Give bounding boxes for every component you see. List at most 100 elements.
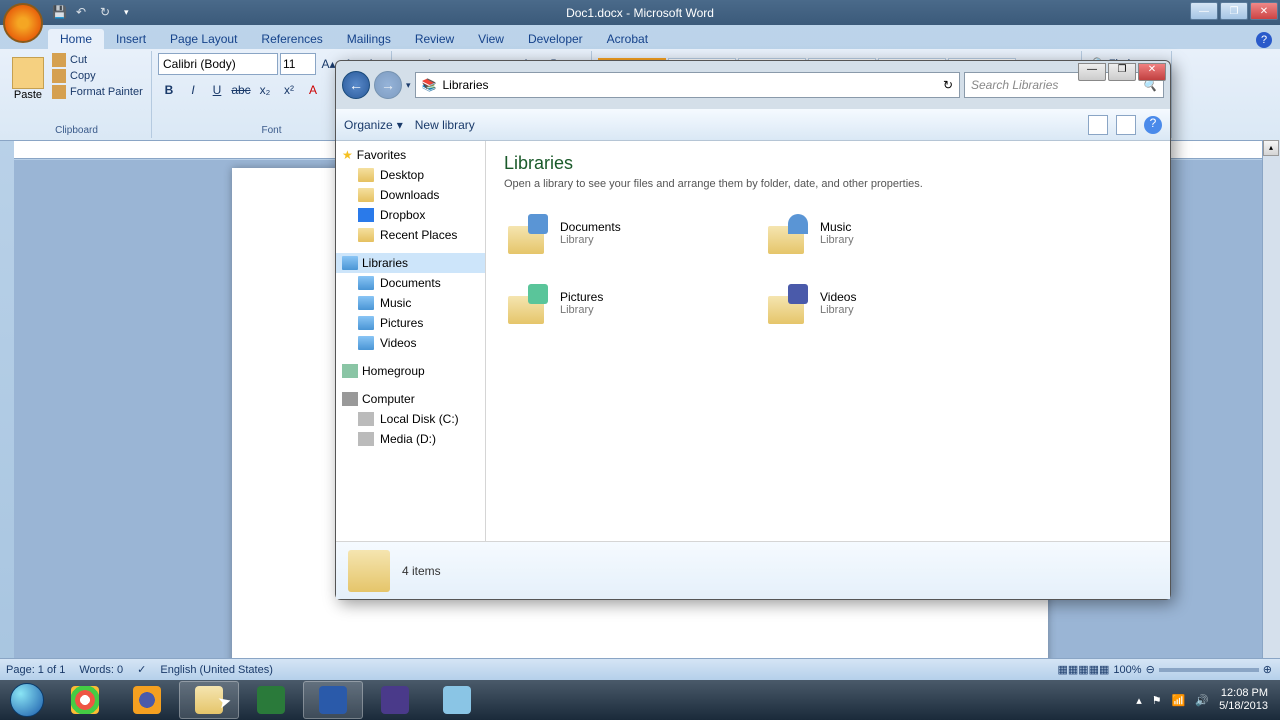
tab-acrobat[interactable]: Acrobat xyxy=(595,29,660,49)
drive-icon xyxy=(358,412,374,426)
view-options-button[interactable] xyxy=(1088,115,1108,135)
nav-desktop[interactable]: Desktop xyxy=(336,165,485,185)
homegroup-header[interactable]: Homegroup xyxy=(336,361,485,381)
redo-icon[interactable]: ↻ xyxy=(100,5,116,21)
zoom-in-button[interactable]: ⊕ xyxy=(1263,663,1272,676)
ribbon-tabs: Home Insert Page Layout References Maili… xyxy=(0,25,1280,49)
copy-button[interactable]: Copy xyxy=(52,69,143,83)
volume-icon[interactable]: 🔊 xyxy=(1195,694,1209,707)
word-count[interactable]: Words: 0 xyxy=(79,664,123,676)
subscript-button[interactable]: x₂ xyxy=(254,79,276,101)
tab-developer[interactable]: Developer xyxy=(516,29,595,49)
word-icon xyxy=(319,686,347,714)
documents-icon xyxy=(358,276,374,290)
explorer-header: ← → ▾ 📚 Libraries ↻ Search Libraries 🔍 xyxy=(336,61,1170,109)
page-status[interactable]: Page: 1 of 1 xyxy=(6,664,65,676)
address-bar[interactable]: 📚 Libraries ↻ xyxy=(415,72,960,98)
italic-button[interactable]: I xyxy=(182,79,204,101)
nav-history-dropdown[interactable]: ▾ xyxy=(406,80,411,91)
organize-button[interactable]: Organize ▾ xyxy=(344,118,403,132)
cut-icon xyxy=(52,53,66,67)
taskbar-excel[interactable] xyxy=(241,681,301,719)
close-button[interactable]: ✕ xyxy=(1250,2,1278,20)
tray-expand-icon[interactable]: ▴ xyxy=(1136,694,1142,707)
save-icon[interactable]: 💾 xyxy=(52,5,68,21)
format-painter-button[interactable]: Format Painter xyxy=(52,85,143,99)
underline-button[interactable]: U xyxy=(206,79,228,101)
clock[interactable]: 12:08 PM 5/18/2013 xyxy=(1219,687,1268,713)
explorer-toolbar: Organize ▾ New library ? xyxy=(336,109,1170,141)
breadcrumb[interactable]: Libraries xyxy=(442,78,488,92)
scroll-up-button[interactable]: ▴ xyxy=(1263,140,1279,156)
help-button[interactable]: ? xyxy=(1144,116,1162,134)
exp-minimize-button[interactable]: — xyxy=(1078,63,1106,81)
undo-icon[interactable]: ↶ xyxy=(76,5,92,21)
tab-view[interactable]: View xyxy=(466,29,516,49)
tab-home[interactable]: Home xyxy=(48,29,104,49)
taskbar-video[interactable] xyxy=(365,681,425,719)
computer-header[interactable]: Computer xyxy=(336,389,485,409)
start-button[interactable] xyxy=(0,680,54,720)
minimize-button[interactable]: — xyxy=(1190,2,1218,20)
superscript-button[interactable]: x² xyxy=(278,79,300,101)
tab-page-layout[interactable]: Page Layout xyxy=(158,29,249,49)
clipboard-group-label: Clipboard xyxy=(2,125,151,136)
library-videos[interactable]: VideosLibrary xyxy=(764,278,964,328)
new-library-button[interactable]: New library xyxy=(415,118,475,132)
text-color-button[interactable]: A xyxy=(302,79,324,101)
content-subheading: Open a library to see your files and arr… xyxy=(504,178,1152,190)
network-icon[interactable]: 📶 xyxy=(1172,694,1186,707)
preview-pane-button[interactable] xyxy=(1116,115,1136,135)
nav-music[interactable]: Music xyxy=(336,293,485,313)
nav-documents[interactable]: Documents xyxy=(336,273,485,293)
help-icon[interactable]: ? xyxy=(1256,32,1272,48)
library-music[interactable]: MusicLibrary xyxy=(764,208,964,258)
library-documents[interactable]: DocumentsLibrary xyxy=(504,208,704,258)
libraries-header[interactable]: Libraries xyxy=(336,253,485,273)
nav-pictures[interactable]: Pictures xyxy=(336,313,485,333)
action-center-icon[interactable]: ⚑ xyxy=(1152,694,1162,707)
tab-references[interactable]: References xyxy=(249,29,334,49)
nav-dropbox[interactable]: Dropbox xyxy=(336,205,485,225)
proofing-icon[interactable]: ✓ xyxy=(137,663,146,676)
favorites-header[interactable]: ★Favorites xyxy=(336,145,485,165)
taskbar-chrome[interactable] xyxy=(55,681,115,719)
tab-mailings[interactable]: Mailings xyxy=(335,29,403,49)
vertical-scrollbar[interactable]: ▴ xyxy=(1262,140,1280,658)
nav-recent[interactable]: Recent Places xyxy=(336,225,485,245)
view-buttons[interactable]: ▦▦▦▦▦ xyxy=(1057,663,1109,676)
nav-downloads[interactable]: Downloads xyxy=(336,185,485,205)
exp-close-button[interactable]: ✕ xyxy=(1138,63,1166,81)
qat-dropdown-icon[interactable]: ▾ xyxy=(124,7,129,18)
exp-maximize-button[interactable]: ❐ xyxy=(1108,63,1136,81)
taskbar-notepad[interactable] xyxy=(427,681,487,719)
tab-review[interactable]: Review xyxy=(403,29,466,49)
zoom-level[interactable]: 100% xyxy=(1113,664,1141,676)
maximize-button[interactable]: ❐ xyxy=(1220,2,1248,20)
nav-videos[interactable]: Videos xyxy=(336,333,485,353)
taskbar-firefox[interactable] xyxy=(117,681,177,719)
taskbar-word[interactable] xyxy=(303,681,363,719)
dropbox-icon xyxy=(358,208,374,222)
office-button[interactable] xyxy=(3,3,43,43)
language-status[interactable]: English (United States) xyxy=(160,664,273,676)
chrome-icon xyxy=(71,686,99,714)
computer-icon xyxy=(342,392,358,406)
strike-button[interactable]: abc xyxy=(230,79,252,101)
paste-icon xyxy=(12,57,44,89)
tab-insert[interactable]: Insert xyxy=(104,29,158,49)
zoom-out-button[interactable]: ⊖ xyxy=(1146,663,1155,676)
bold-button[interactable]: B xyxy=(158,79,180,101)
nav-local-disk[interactable]: Local Disk (C:) xyxy=(336,409,485,429)
nav-media-disk[interactable]: Media (D:) xyxy=(336,429,485,449)
library-pictures[interactable]: PicturesLibrary xyxy=(504,278,704,328)
zoom-slider[interactable] xyxy=(1159,668,1259,672)
font-name-select[interactable] xyxy=(158,53,278,75)
paste-button[interactable]: Paste xyxy=(8,53,48,105)
music-icon xyxy=(358,296,374,310)
font-size-select[interactable] xyxy=(280,53,316,75)
nav-back-button[interactable]: ← xyxy=(342,71,370,99)
refresh-icon[interactable]: ↻ xyxy=(943,78,953,92)
cut-button[interactable]: Cut xyxy=(52,53,143,67)
nav-forward-button[interactable]: → xyxy=(374,71,402,99)
